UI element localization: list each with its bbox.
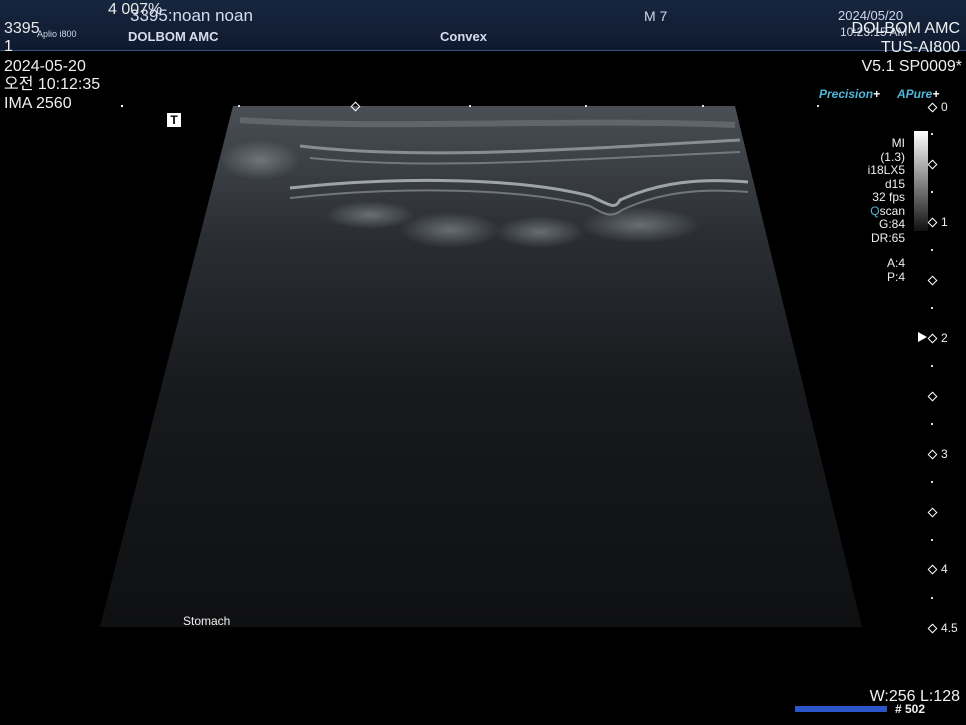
focus-arrow-icon xyxy=(918,332,927,342)
depth-dot xyxy=(931,249,933,251)
cine-progress-bar[interactable] xyxy=(795,706,887,712)
depth-label-0: 0 xyxy=(941,100,948,114)
id-overlay: 3395 xyxy=(4,20,40,37)
gain-value: G:84 xyxy=(878,217,905,231)
overlay-system: TUS-AI800 xyxy=(880,39,960,56)
depth-dot xyxy=(931,307,933,309)
persistence: P:4 xyxy=(886,269,905,284)
depth-label-2: 2 xyxy=(941,331,948,345)
depth-label-4: 4 xyxy=(941,562,948,576)
depth-dot xyxy=(931,423,933,425)
apure-badge: APure+ xyxy=(897,87,940,101)
scan-marker xyxy=(702,105,704,107)
depth-setting: d15 xyxy=(884,176,905,191)
scan-marker xyxy=(585,105,587,107)
overlay-line1: 1 xyxy=(4,38,13,55)
device-name: Aplio i800 xyxy=(37,29,77,39)
depth-dot xyxy=(931,597,933,599)
depth-label-4-5: 4.5 xyxy=(941,621,958,635)
overlay-ima: IMA 2560 xyxy=(4,95,72,112)
frame-rate: 32 fps xyxy=(872,190,905,204)
overlay-time: 오전 10:12:35 xyxy=(4,76,101,93)
depth-dot xyxy=(931,191,933,193)
body-annotation: Stomach xyxy=(183,614,231,628)
scan-marker xyxy=(469,105,471,107)
mi-value: (1.3) xyxy=(880,149,905,164)
depth-dot xyxy=(931,481,933,483)
depth-label-1: 1 xyxy=(941,215,948,229)
dynamic-range: DR:65 xyxy=(870,230,905,245)
mode-label: M 7 xyxy=(644,8,668,24)
probe-type: Convex xyxy=(440,29,487,44)
scan-marker xyxy=(238,105,240,107)
depth-dot xyxy=(931,539,933,541)
overlay-date: 2024-05-20 xyxy=(4,58,86,75)
overlay-version: V5.1 SP0009* xyxy=(861,58,962,75)
overlay-hospital: DOLBOM AMC xyxy=(851,20,960,37)
t-marker: T xyxy=(167,113,181,127)
imaging-parameters: MI (1.3) i18LX5 d15 32 fps Qscan G:84 DR… xyxy=(840,136,905,284)
frame-number: # 502 xyxy=(895,702,926,716)
patient-name: 3395:noan noan xyxy=(130,6,253,25)
precision-badge: Precision+ xyxy=(819,87,881,101)
acoustic-power: A:4 xyxy=(886,256,905,270)
scan-marker xyxy=(817,105,819,107)
mi-label: MI xyxy=(891,136,905,150)
probe-model: i18LX5 xyxy=(867,163,905,177)
overlay-dot xyxy=(121,105,123,107)
qscan-label: Qscan xyxy=(870,203,905,218)
hospital-name: DOLBOM AMC xyxy=(128,29,219,44)
depth-label-3: 3 xyxy=(941,447,948,461)
depth-dot xyxy=(931,365,933,367)
depth-dot xyxy=(931,133,933,135)
grayscale-bar xyxy=(914,131,928,231)
ultrasound-image xyxy=(100,106,862,627)
